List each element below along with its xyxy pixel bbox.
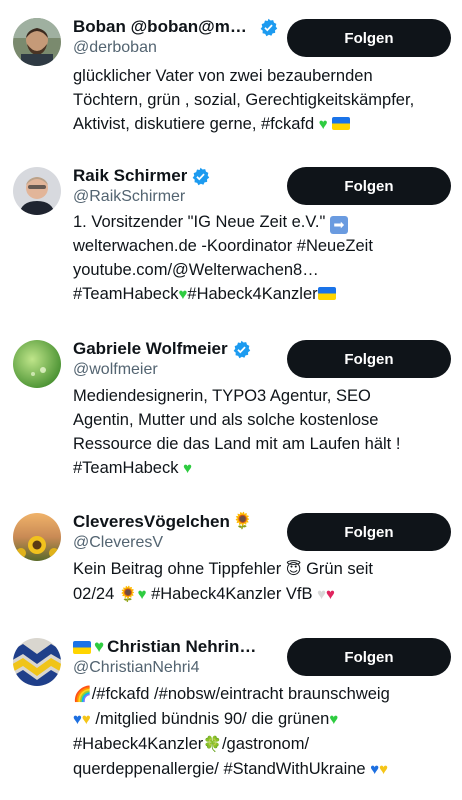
bio-text[interactable]: Aktivist, diskutiere gerne, #fckafd (73, 115, 314, 133)
display-name-row[interactable]: Gabriele Wolfmeier (73, 337, 278, 361)
bio-line: 02/24 🌻♥ #Habeck4Kanzler VfB ♥♥ (73, 582, 458, 607)
bio-text: 1. Vorsitzender "IG Neue Zeit e.V." (73, 213, 326, 231)
hashtag-link[interactable]: #TeamHabeck (73, 285, 178, 303)
rainbow-icon: 🌈 (73, 686, 92, 703)
follow-button[interactable]: Folgen (287, 638, 451, 676)
halo-face-icon: 😇 (285, 561, 302, 578)
display-name-row[interactable]: Raik Schirmer (73, 164, 278, 188)
clover-icon: 🍀 (203, 736, 222, 753)
bio-line[interactable]: welterwachen.de -Koordinator #NeueZeit (73, 234, 458, 258)
yellow-heart-icon: ♥ (81, 711, 91, 728)
display-name[interactable]: Gabriele Wolfmeier (73, 337, 228, 361)
display-name[interactable]: Christian Nehrin… (107, 635, 256, 659)
display-name-row[interactable]: Boban @boban@mas… (73, 15, 278, 39)
user-bio: Kein Beitrag ohne Tippfehler 😇 Grün seit… (73, 557, 458, 607)
user-handle: @wolfmeier (73, 361, 158, 378)
verified-badge-icon (193, 167, 210, 185)
bio-text: Grün seit (306, 560, 374, 578)
green-heart-icon: ♥ (318, 116, 328, 133)
display-name-row[interactable]: CleveresVögelchen 🌻 (73, 510, 278, 534)
avatar[interactable] (13, 167, 61, 215)
verified-badge-icon (233, 340, 250, 358)
hashtag-link[interactable]: #Habeck4Kanzler VfB (151, 585, 312, 603)
bio-line: Ressource die das Land mit am Laufen häl… (73, 435, 401, 453)
hashtag-link[interactable]: #Habeck4Kanzler (187, 285, 317, 303)
avatar[interactable] (13, 340, 61, 388)
bio-line: #TeamHabeck ♥ (73, 456, 458, 481)
display-name[interactable]: Boban @boban@mas… (73, 15, 255, 39)
bio-line: #Habeck4Kanzler🍀/gastronom/ (73, 732, 458, 757)
bio-line: ♥♥ /mitglied bündnis 90/ die grünen♥ (73, 707, 458, 732)
follow-button[interactable]: Folgen (287, 19, 451, 57)
user-handle: @RaikSchirmer (73, 188, 186, 205)
user-handle: @derboban (73, 39, 157, 56)
bio-line: Agentin, Mutter und als solche kostenlos… (73, 411, 379, 429)
hashtag-link[interactable]: #TeamHabeck (73, 459, 178, 477)
green-heart-icon: ♥ (94, 637, 105, 656)
ukraine-flag-icon (73, 640, 91, 654)
bio-line: querdeppenallergie/ #StandWithUkraine ♥♥ (73, 757, 458, 782)
bio-text: Kein Beitrag ohne Tippfehler (73, 560, 282, 578)
bio-line: Töchtern, grün , sozial, Gerechtigkeitsk… (73, 91, 415, 109)
bio-text: /mitglied bündnis 90/ die grünen (95, 710, 330, 728)
ukraine-flag-icon (332, 117, 351, 130)
hashtag-link[interactable]: #Habeck4Kanzler (73, 735, 203, 753)
user-bio: 🌈/#fckafd /#nobsw/eintracht braunschweig… (73, 682, 458, 782)
yellow-heart-icon: ♥ (379, 761, 389, 778)
follow-button[interactable]: Folgen (287, 513, 451, 551)
display-name-row[interactable]: ♥ Christian Nehrin… (73, 635, 278, 659)
bio-line: #TeamHabeck♥#Habeck4Kanzler (73, 282, 458, 307)
user-handle: @CleveresV (73, 534, 164, 551)
bio-text[interactable]: /#fckafd /#nobsw/eintracht braunschweig (92, 685, 390, 703)
green-heart-icon: ♥ (329, 711, 339, 728)
follow-button[interactable]: Folgen (287, 340, 451, 378)
bio-line: Kein Beitrag ohne Tippfehler 😇 Grün seit (73, 557, 458, 582)
user-bio: Mediendesignerin, TYPO3 Agentur, SEO Age… (73, 384, 458, 481)
bio-text: /gastronom/ (221, 735, 310, 753)
white-heart-icon: ♥ (317, 586, 327, 603)
sunflower-icon: 🌻 (232, 513, 253, 530)
follow-button[interactable]: Folgen (287, 167, 451, 205)
avatar-image (13, 340, 61, 388)
bio-line: Mediendesignerin, TYPO3 Agentur, SEO (73, 387, 371, 405)
avatar[interactable] (13, 513, 61, 561)
verified-badge-icon (260, 18, 278, 36)
bio-text[interactable]: querdeppenallergie/ #StandWithUkraine (73, 760, 366, 778)
bio-line: glücklicher Vater von zwei bezaubernden (73, 67, 373, 85)
user-bio: 1. Vorsitzender "IG Neue Zeit e.V." ➡ we… (73, 210, 458, 307)
blue-heart-icon: ♥ (370, 761, 380, 778)
bio-text: 02/24 (73, 585, 115, 603)
user-handle: @ChristianNehri4 (73, 659, 200, 676)
red-heart-icon: ♥ (326, 586, 335, 603)
avatar-image (13, 513, 61, 561)
display-name[interactable]: CleveresVögelchen (73, 510, 230, 534)
green-heart-icon: ♥ (137, 586, 147, 603)
bio-line[interactable]: youtube.com/@Welterwachen8… (73, 258, 458, 282)
avatar[interactable] (13, 638, 61, 686)
user-bio: glücklicher Vater von zwei bezaubernden … (73, 64, 458, 137)
avatar-image (13, 18, 61, 66)
ukraine-flag-icon (317, 287, 336, 300)
avatar-image (13, 167, 61, 215)
display-name[interactable]: Raik Schirmer (73, 164, 187, 188)
green-heart-icon: ♥ (183, 460, 192, 477)
bio-line: 1. Vorsitzender "IG Neue Zeit e.V." ➡ (73, 210, 458, 234)
bio-line: 🌈/#fckafd /#nobsw/eintracht braunschweig (73, 682, 458, 707)
sunflower-icon: 🌻 (118, 586, 138, 603)
arrow-right-icon: ➡ (329, 216, 348, 234)
avatar[interactable] (13, 18, 61, 66)
bio-line: Aktivist, diskutiere gerne, #fckafd ♥ (73, 112, 458, 137)
blue-heart-icon: ♥ (73, 711, 82, 728)
avatar-image (13, 638, 61, 686)
